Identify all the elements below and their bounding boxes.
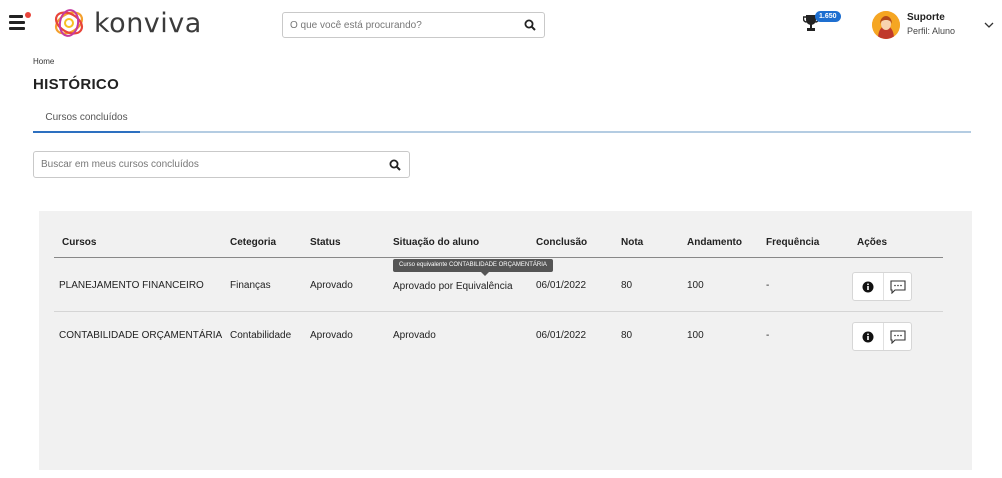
col-header-category: Cetegoria [230, 237, 277, 248]
breadcrumb[interactable]: Home [33, 57, 54, 66]
cell-progress: 100 [687, 330, 704, 341]
chat-icon [890, 329, 906, 344]
col-header-courses: Cursos [62, 237, 97, 248]
logo[interactable]: konviva [52, 7, 202, 39]
cell-progress: 100 [687, 280, 704, 291]
col-header-conclusion: Conclusão [536, 237, 588, 248]
course-search[interactable] [33, 151, 410, 178]
cell-situation[interactable]: Aprovado por Equivalência [393, 281, 513, 292]
courses-table: Cursos Cetegoria Status Situação do alun… [39, 211, 972, 470]
info-icon [862, 281, 873, 292]
cell-status: Aprovado [310, 330, 353, 341]
comment-button[interactable] [883, 273, 912, 300]
search-icon[interactable] [389, 159, 401, 171]
course-search-input[interactable] [34, 152, 364, 177]
cell-situation: Aprovado [393, 330, 436, 341]
row-actions [852, 272, 912, 301]
col-header-grade: Nota [621, 237, 644, 248]
hamburger-menu-icon[interactable] [9, 12, 31, 32]
global-search[interactable] [282, 12, 545, 38]
user-avatar-icon [872, 11, 900, 39]
points-badge: 1.650 [815, 11, 841, 22]
cell-grade: 80 [621, 330, 633, 341]
row-divider [54, 311, 943, 312]
tooltip-arrow [481, 272, 489, 276]
tooltip-text: Curso equivalente CONTABILIDADE ORÇAMENT… [399, 262, 547, 268]
equivalence-tooltip: Curso equivalente CONTABILIDADE ORÇAMENT… [393, 259, 553, 276]
cell-course: CONTABILIDADE ORÇAMENTÁRIA [59, 330, 223, 341]
search-icon[interactable] [524, 19, 536, 31]
info-icon [862, 331, 873, 342]
comment-button[interactable] [883, 323, 912, 350]
col-header-status: Status [310, 237, 341, 248]
konviva-logo-icon [54, 9, 84, 37]
info-button[interactable] [853, 323, 882, 350]
col-header-frequency: Frequência [766, 237, 820, 248]
cell-conclusion: 06/01/2022 [536, 280, 587, 291]
row-actions [852, 322, 912, 351]
chevron-down-icon[interactable] [984, 22, 994, 29]
col-header-situation: Situação do aluno [393, 237, 480, 248]
cell-grade: 80 [621, 280, 633, 291]
col-header-progress: Andamento [687, 237, 742, 248]
header-divider [54, 257, 943, 258]
cell-conclusion: 06/01/2022 [536, 330, 587, 341]
notification-dot [25, 12, 31, 18]
page-title: HISTÓRICO [33, 76, 120, 93]
cell-category: Contabilidade [230, 330, 292, 341]
user-profile: Perfil: Aluno [907, 26, 956, 36]
cell-status: Aprovado [310, 280, 353, 291]
col-header-actions: Ações [857, 237, 888, 248]
info-button[interactable] [853, 273, 882, 300]
cell-course: PLANEJAMENTO FINANCEIRO [59, 280, 204, 291]
avatar[interactable] [872, 11, 900, 39]
user-name[interactable]: Suporte [907, 12, 945, 23]
global-search-input[interactable] [283, 13, 508, 37]
cell-frequency: - [766, 280, 770, 291]
cell-category: Finanças [230, 280, 271, 291]
logo-text: konviva [94, 7, 202, 39]
tab-bar: Cursos concluídos [33, 109, 971, 133]
tab-completed-courses[interactable]: Cursos concluídos [33, 109, 140, 133]
chat-icon [890, 279, 906, 294]
cell-frequency: - [766, 330, 770, 341]
